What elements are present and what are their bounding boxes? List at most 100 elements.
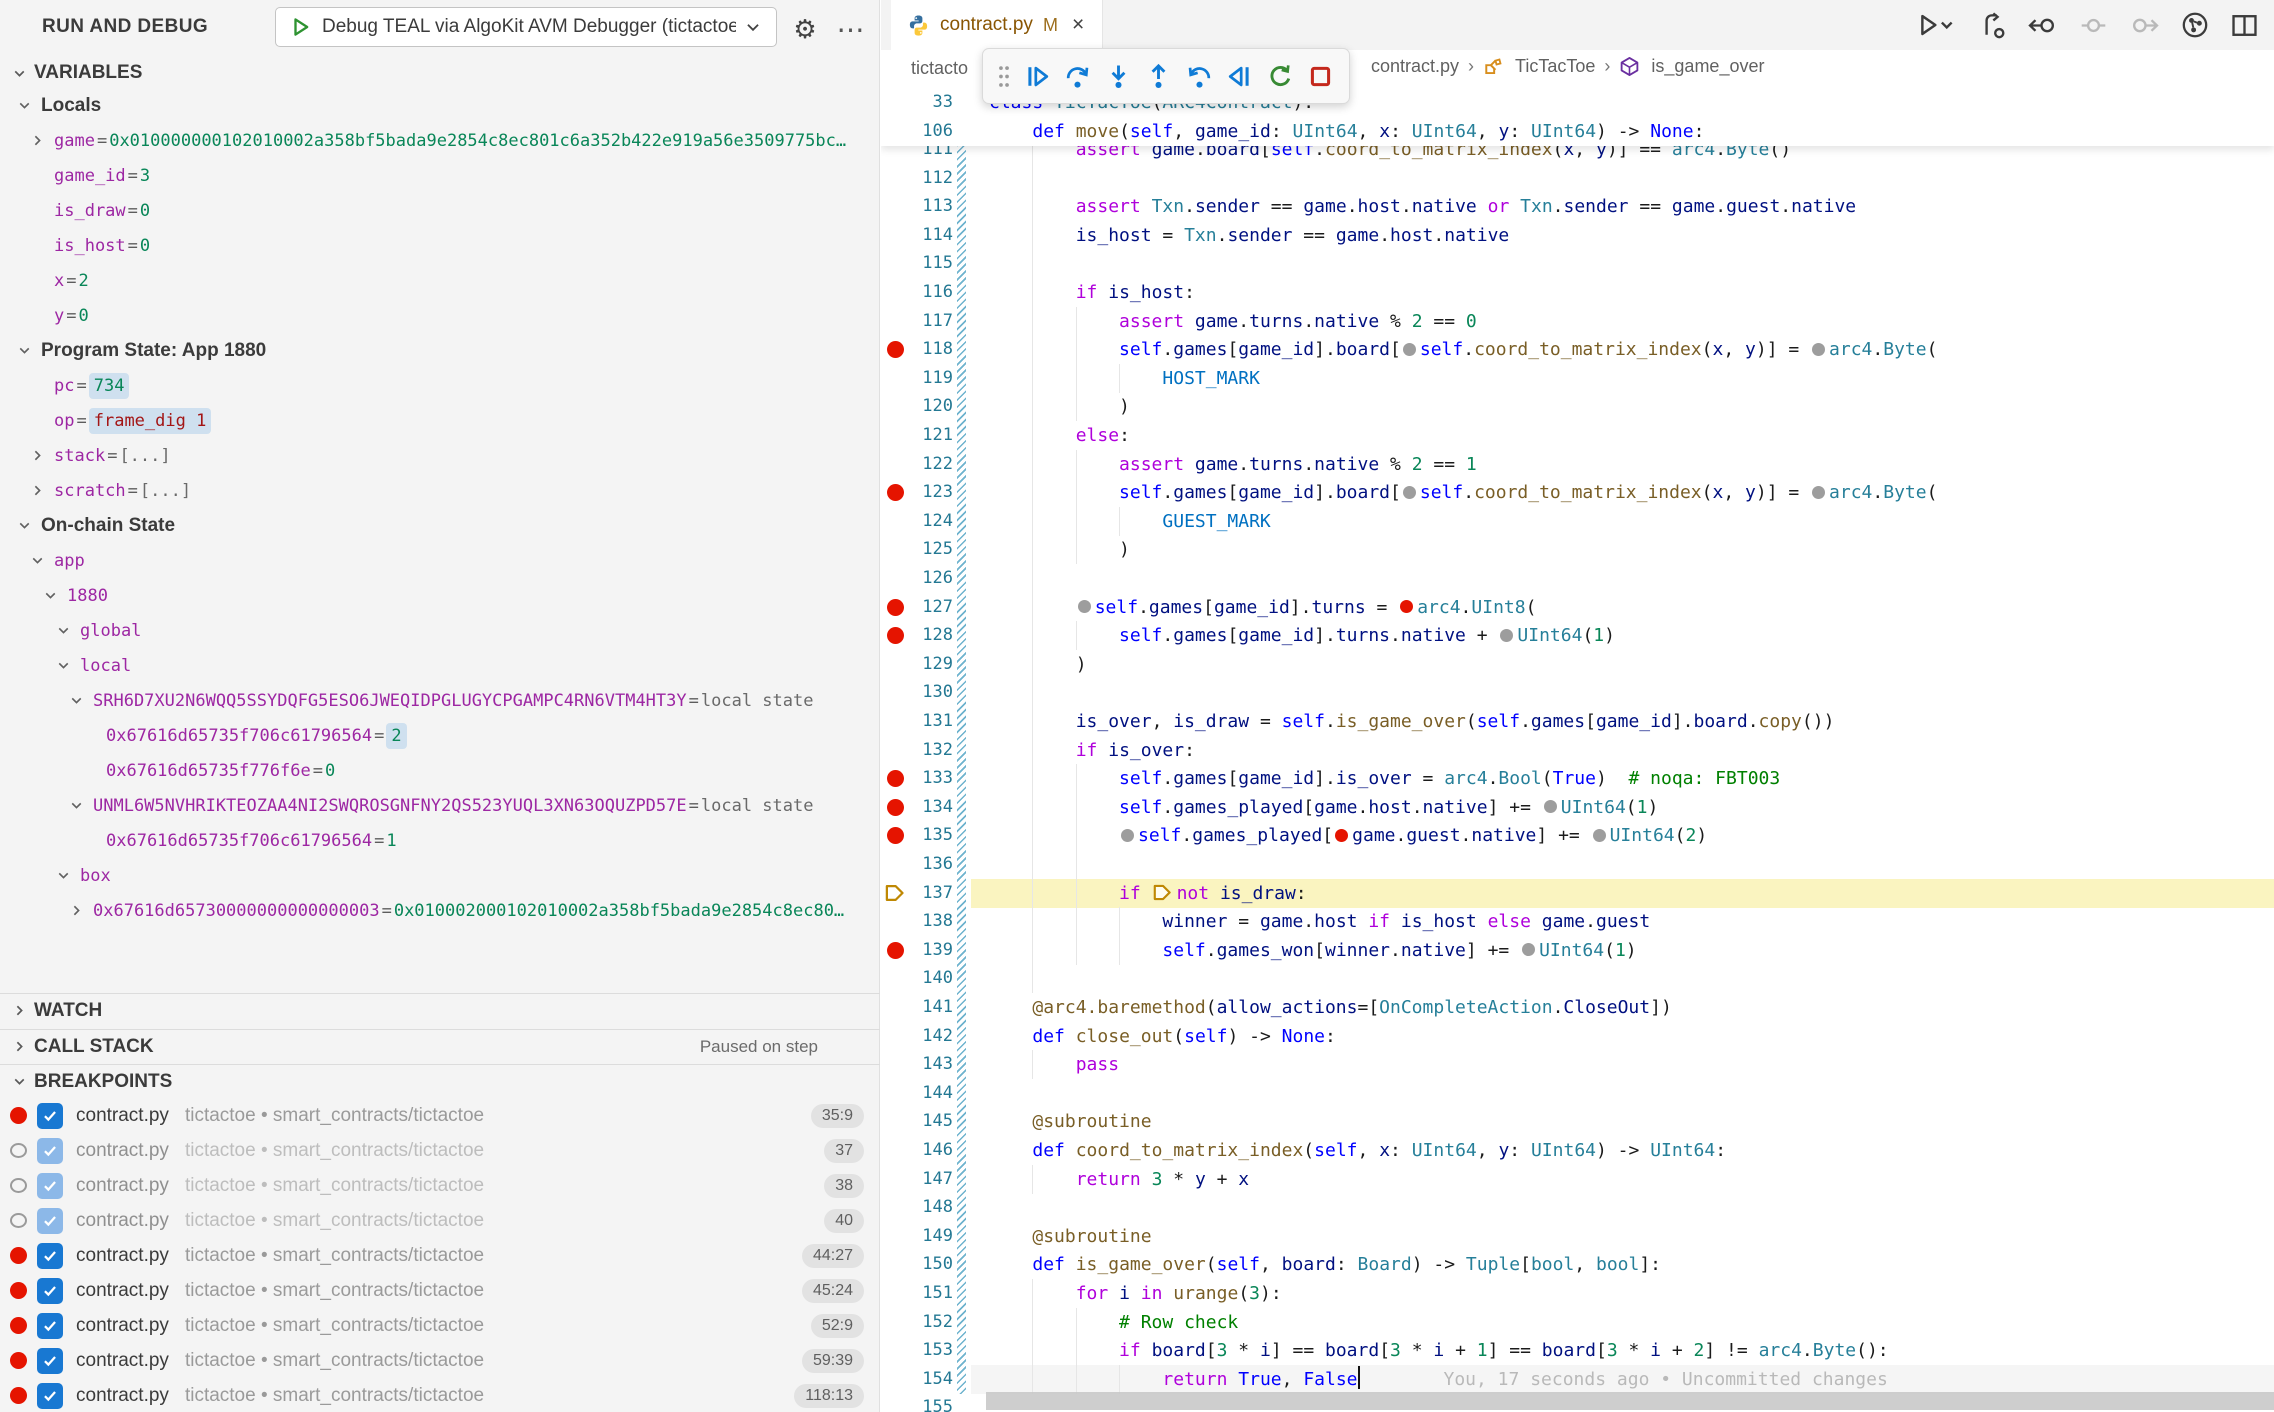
inline-breakpoint-dot-icon[interactable] [1500,629,1513,642]
breakpoint-checkbox[interactable] [37,1138,63,1164]
variable-row[interactable]: 0x67616d65730000000000000003 = 0x0100020… [0,893,880,928]
code-line[interactable]: 145 @subroutine [881,1107,2274,1136]
inline-breakpoint-dot-icon[interactable] [1544,800,1557,813]
code-line[interactable]: 129 ) [881,650,2274,679]
code-line[interactable]: 115 [881,249,2274,278]
breakpoints-section-header[interactable]: BREAKPOINTS [0,1064,880,1098]
code-line[interactable]: 150 def is_game_over(self, board: Board)… [881,1250,2274,1279]
variable-row[interactable]: game = 0x010000000102010002a358bf5bada9e… [0,123,880,158]
chevron-down-icon[interactable] [28,552,46,570]
run-icon[interactable] [1917,12,1957,38]
code-line[interactable]: 142 def close_out(self) -> None: [881,1022,2274,1051]
code-editor[interactable]: 111 assert game.board[self.coord_to_matr… [881,88,2274,1412]
inline-breakpoint-dot-icon[interactable] [1400,600,1413,613]
chevron-down-icon[interactable] [15,97,33,115]
code-line[interactable]: 120 ) [881,392,2274,421]
variable-row[interactable]: app [0,543,880,578]
change-disabled-icon[interactable] [2080,12,2107,39]
chevron-down-icon[interactable] [15,517,33,535]
gripper-icon[interactable] [991,54,1017,98]
code-line[interactable]: 124 GUEST_MARK [881,507,2274,536]
inline-breakpoint-dot-icon[interactable] [1812,486,1825,499]
code-line[interactable]: 152 # Row check [881,1308,2274,1337]
code-line[interactable]: 113 assert Txn.sender == game.host.nativ… [881,192,2274,221]
code-line[interactable]: 126 [881,564,2274,593]
code-line[interactable]: 153 if board[3 * i] == board[3 * i + 1] … [881,1336,2274,1365]
ellipsis-icon[interactable]: ⋯ [834,12,868,46]
step-out-button[interactable] [1139,54,1180,98]
tab-contract-py[interactable]: contract.py M × [891,0,1103,50]
chevron-right-icon[interactable] [28,132,46,150]
variable-row[interactable]: box [0,858,880,893]
code-line[interactable]: 121 else: [881,421,2274,450]
watch-section-header[interactable]: WATCH [0,993,880,1027]
variable-row[interactable]: 0x67616d65735f706c61796564 = 1 [0,823,880,858]
code-line[interactable]: 133 self.games[game_id].is_over = arc4.B… [881,764,2274,793]
variable-row[interactable]: game_id = 3 [0,158,880,193]
breakpoint-row[interactable]: contract.pytictactoe • smart_contracts/t… [0,1203,880,1238]
code-line[interactable]: 135 self.games_played[game.guest.native]… [881,821,2274,850]
variable-row[interactable]: op = frame_dig 1 [0,403,880,438]
debug-config-select[interactable]: Debug TEAL via AlgoKit AVM Debugger (tic… [275,7,777,47]
call-stack-section-header[interactable]: CALL STACK Paused on step [0,1029,880,1063]
code-line[interactable]: 147 return 3 * y + x [881,1165,2274,1194]
step-back-button[interactable] [1179,54,1220,98]
breakpoint-row[interactable]: contract.pytictactoe • smart_contracts/t… [0,1273,880,1308]
code-line[interactable]: 151 for i in urange(3): [881,1279,2274,1308]
chevron-right-icon[interactable] [67,902,85,920]
chevron-down-icon[interactable] [15,342,33,360]
chevron-down-icon[interactable] [67,797,85,815]
chevron-right-icon[interactable] [28,447,46,465]
variable-row[interactable]: 1880 [0,578,880,613]
code-line[interactable]: 114 is_host = Txn.sender == game.host.na… [881,221,2274,250]
code-line[interactable]: 116 if is_host: [881,278,2274,307]
code-line[interactable]: 154 return True, FalseYou, 17 seconds ag… [881,1365,2274,1394]
code-line[interactable]: 141 @arc4.baremethod(allow_actions=[OnCo… [881,993,2274,1022]
breakpoint-checkbox[interactable] [37,1278,63,1304]
inline-breakpoint-dot-icon[interactable] [1403,486,1416,499]
breakpoint-checkbox[interactable] [37,1208,63,1234]
previous-change-icon[interactable] [2028,12,2058,39]
variable-row[interactable]: stack = [...] [0,438,880,473]
chevron-down-icon[interactable] [67,692,85,710]
inline-breakpoint-dot-icon[interactable] [1522,943,1535,956]
code-line[interactable]: 137 if not is_draw: [881,879,2274,908]
code-line[interactable]: 132 if is_over: [881,736,2274,765]
next-change-icon[interactable] [2129,12,2159,39]
breakpoint-checkbox[interactable] [37,1313,63,1339]
code-line[interactable]: 148 [881,1193,2274,1222]
variable-row[interactable]: scratch = [...] [0,473,880,508]
chevron-right-icon[interactable] [28,482,46,500]
code-line[interactable]: 149 @subroutine [881,1222,2274,1251]
variable-row[interactable]: 0x67616d65735f776f6e = 0 [0,753,880,788]
code-line[interactable]: 134 self.games_played[game.host.native] … [881,793,2274,822]
code-line[interactable]: 123 self.games[game_id].board[self.coord… [881,478,2274,507]
breakpoint-row[interactable]: contract.pytictactoe • smart_contracts/t… [0,1238,880,1273]
variable-row[interactable]: pc = 734 [0,368,880,403]
start-debug-icon[interactable] [290,16,312,38]
variable-row[interactable]: SRH6D7XU2N6WQQ5SSYDQFG5ESO6JWEQIDPGLUGYC… [0,683,880,718]
breakpoint-row[interactable]: contract.pytictactoe • smart_contracts/t… [0,1308,880,1343]
variable-row[interactable]: UNML6W5NVHRIKTEOZAA4NI2SWQROSGNFNY2QS523… [0,788,880,823]
code-line[interactable]: 138 winner = game.host if is_host else g… [881,907,2274,936]
inline-breakpoint-dot-icon[interactable] [1078,600,1091,613]
variable-row[interactable]: is_host = 0 [0,228,880,263]
horizontal-scrollbar[interactable] [986,1392,2274,1410]
inline-breakpoint-dot-icon[interactable] [1403,343,1416,356]
breakpoint-checkbox[interactable] [37,1103,63,1129]
code-line[interactable]: 117 assert game.turns.native % 2 == 0 [881,307,2274,336]
breakpoint-checkbox[interactable] [37,1348,63,1374]
code-line[interactable]: 146 def coord_to_matrix_index(self, x: U… [881,1136,2274,1165]
breakpoint-checkbox[interactable] [37,1243,63,1269]
variable-row[interactable]: local [0,648,880,683]
reverse-continue-button[interactable] [1220,54,1261,98]
variable-row[interactable]: x = 2 [0,263,880,298]
chevron-down-icon[interactable] [54,867,72,885]
gear-icon[interactable]: ⚙ [788,12,822,46]
breadcrumb-item-method[interactable]: is_game_over [1651,56,1764,77]
inline-breakpoint-dot-icon[interactable] [1593,829,1606,842]
breakpoint-checkbox[interactable] [37,1383,63,1409]
breakpoint-row[interactable]: contract.pytictactoe • smart_contracts/t… [0,1343,880,1378]
split-editor-icon[interactable] [2231,12,2258,39]
variable-row[interactable]: y = 0 [0,298,880,333]
